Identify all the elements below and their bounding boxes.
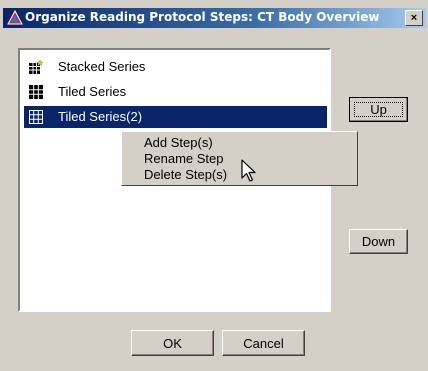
stacked-series-icon: [29, 60, 43, 74]
cancel-button-label: Cancel: [243, 336, 284, 351]
ok-button[interactable]: OK: [131, 330, 214, 356]
menu-item-delete-steps[interactable]: Delete Step(s): [144, 167, 227, 183]
window-title: Organize Reading Protocol Steps: CT Body…: [25, 10, 380, 24]
title-bar-inner[interactable]: Organize Reading Protocol Steps: CT Body…: [3, 8, 426, 28]
down-button-label: Down: [361, 234, 396, 249]
close-button[interactable]: ×: [405, 10, 423, 26]
up-button[interactable]: Up: [349, 97, 408, 122]
title-bar: Organize Reading Protocol Steps: CT Body…: [0, 0, 428, 35]
list-item-tiled-series-2[interactable]: Tiled Series(2): [24, 106, 327, 128]
up-button-label: Up: [370, 102, 387, 117]
app-triangle-icon: [7, 10, 23, 25]
ok-button-label: OK: [163, 336, 182, 351]
list-item-tiled-series[interactable]: Tiled Series: [24, 81, 327, 103]
down-button[interactable]: Down: [349, 229, 408, 254]
tiled-series-icon: [29, 85, 43, 99]
menu-item-add-steps[interactable]: Add Step(s): [144, 135, 213, 151]
context-menu: Add Step(s) Rename Step Delete Step(s): [121, 131, 358, 186]
tiled-series-icon: [29, 110, 43, 124]
menu-item-rename-step[interactable]: Rename Step: [144, 151, 224, 167]
list-item-label: Stacked Series: [58, 59, 146, 74]
mouse-pointer-icon: [241, 159, 256, 182]
cancel-button[interactable]: Cancel: [222, 330, 305, 356]
list-item-label: Tiled Series: [58, 84, 127, 99]
list-item-stacked-series[interactable]: Stacked Series: [24, 56, 327, 78]
list-item-label: Tiled Series(2): [58, 109, 143, 124]
